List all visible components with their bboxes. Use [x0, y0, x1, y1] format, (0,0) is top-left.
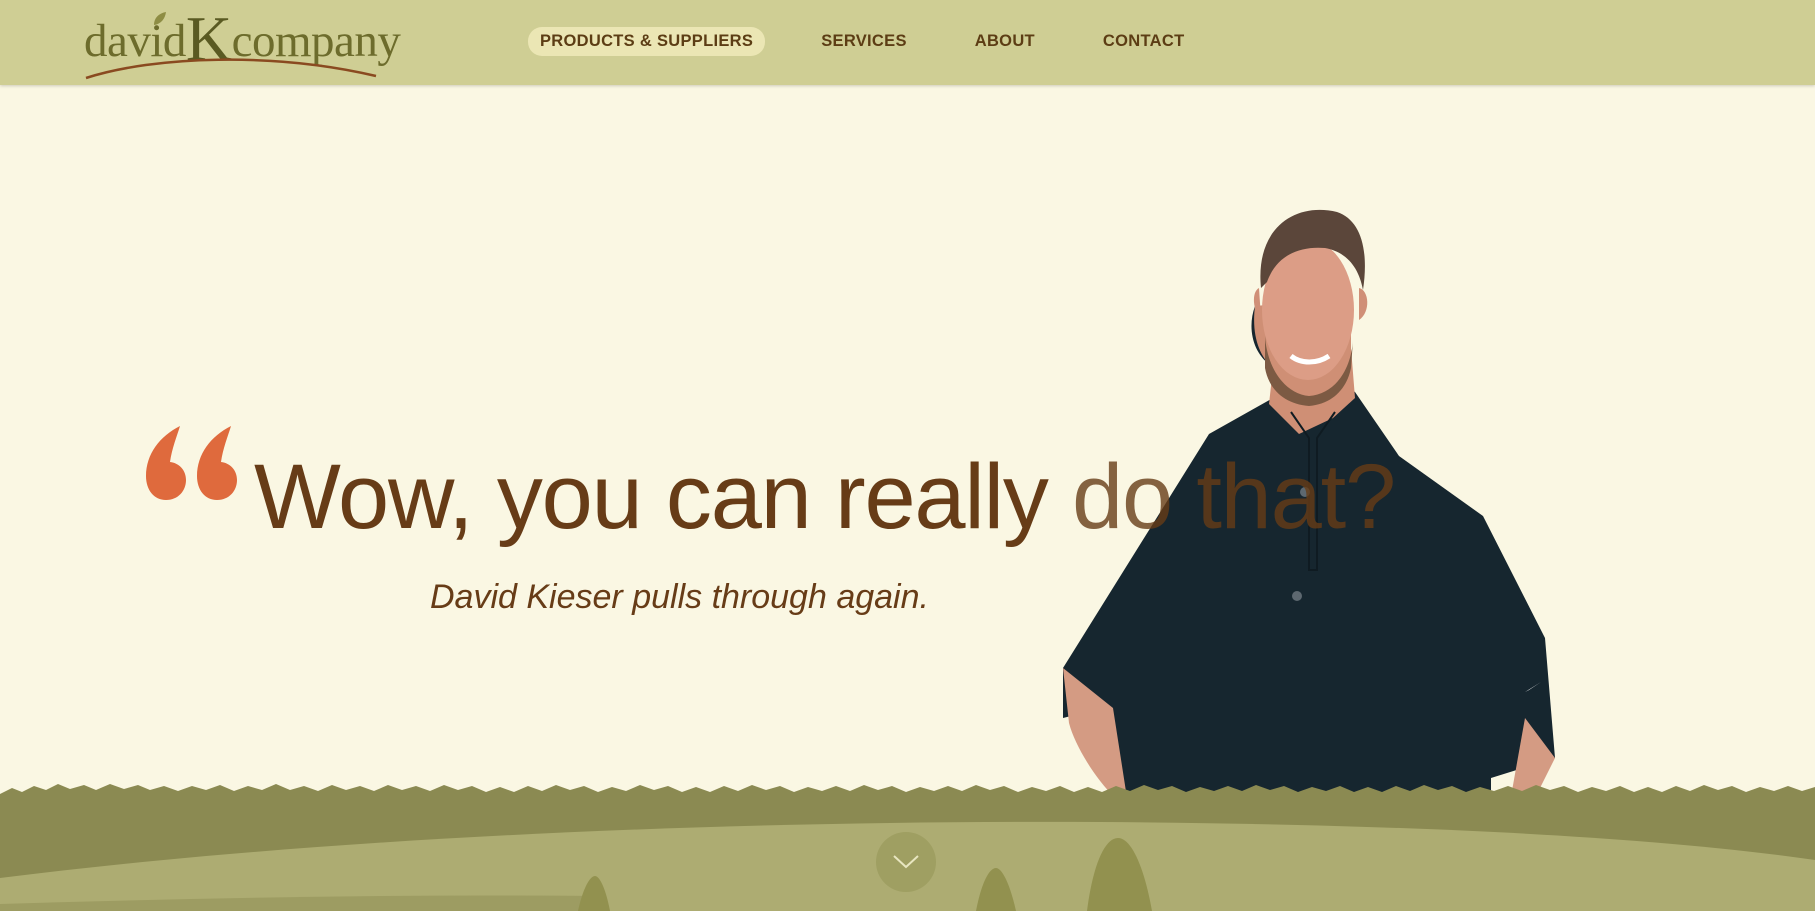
nav-services[interactable]: SERVICES [809, 27, 919, 56]
scroll-down-button[interactable] [876, 832, 936, 892]
main-nav: PRODUCTS & SUPPLIERS SERVICES ABOUT CONT… [528, 26, 1240, 56]
hero-headline: Wow, you can really do that? [254, 446, 1396, 548]
nav-about[interactable]: ABOUT [963, 27, 1047, 56]
logo-swoosh [85, 58, 377, 80]
quote-icon [146, 426, 237, 500]
chevron-down-icon [893, 855, 919, 869]
hero-subline: David Kieser pulls through again. [430, 578, 929, 616]
logo[interactable]: davidKcompany [84, 6, 406, 80]
leaf-icon [154, 12, 166, 25]
nav-contact[interactable]: CONTACT [1091, 27, 1197, 56]
nav-products-suppliers[interactable]: PRODUCTS & SUPPLIERS [528, 26, 766, 56]
site-header: davidKcompany PRODUCTS & SUPPLIERS SERVI… [0, 0, 1815, 85]
